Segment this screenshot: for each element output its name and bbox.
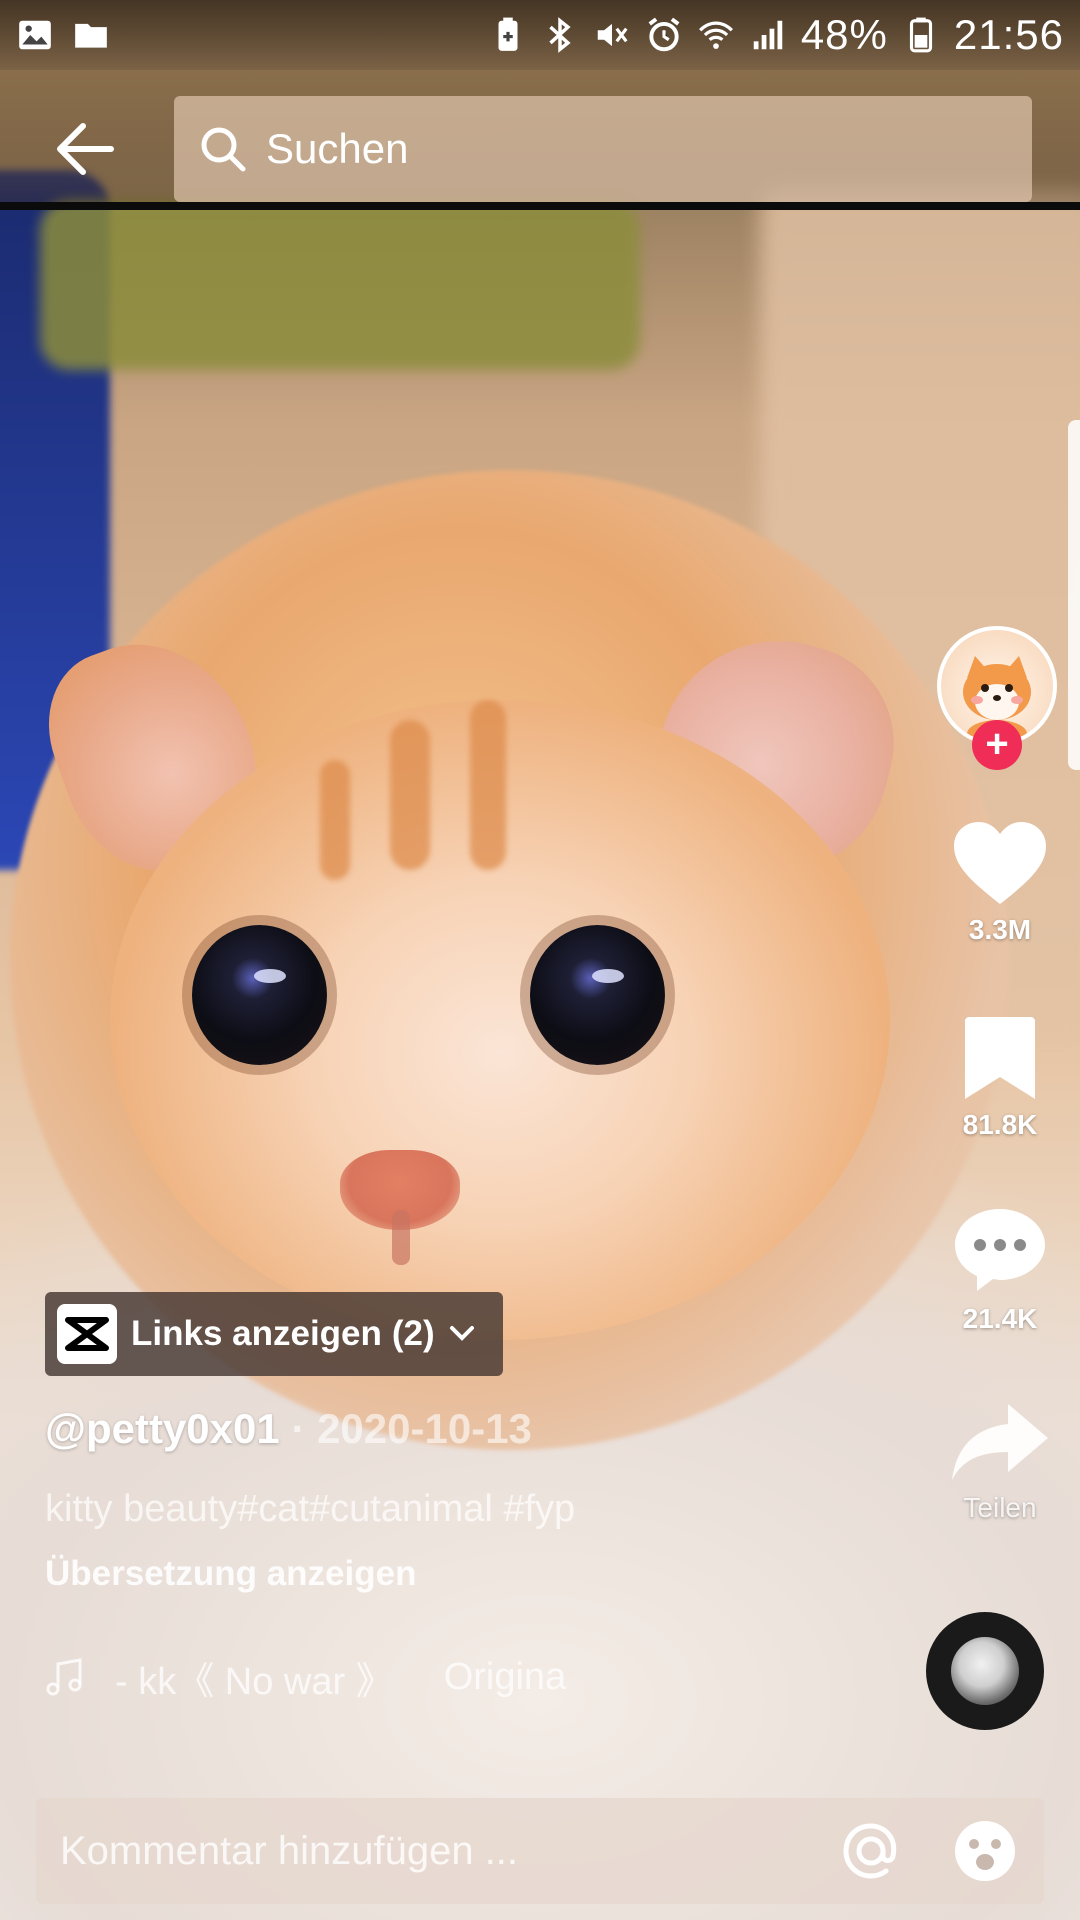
like-button[interactable]: 3.3M (920, 820, 1080, 946)
search-input[interactable]: Suchen (174, 96, 1032, 202)
username[interactable]: @petty0x01 (45, 1405, 280, 1452)
signal-icon (753, 20, 783, 50)
folder-icon (75, 23, 107, 48)
links-label: Links anzeigen (131, 1314, 382, 1353)
comment-placeholder: Kommentar hinzufügen ... (60, 1828, 519, 1873)
image-icon (19, 20, 51, 50)
cat-fur-stripe (320, 760, 350, 880)
music-info[interactable]: - kk《 No war 》 Origina (45, 1650, 566, 1705)
music-disc[interactable] (926, 1612, 1044, 1730)
comment-input[interactable]: Kommentar hinzufügen ... (36, 1798, 1044, 1904)
cat-mouth (392, 1210, 410, 1265)
mention-icon[interactable] (836, 1816, 906, 1886)
battery-percent: 48% (800, 11, 888, 58)
post-date: 2020-10-13 (317, 1405, 532, 1452)
share-icon (952, 1404, 1048, 1480)
status-bar: 48% 21:56 (0, 0, 1080, 70)
status-left (16, 16, 110, 54)
capcut-icon (57, 1304, 117, 1364)
cat-fur-stripe (390, 720, 430, 870)
battery-icon (909, 17, 932, 53)
music-origin: Origina (443, 1656, 567, 1698)
comment-icon (955, 1209, 1045, 1291)
share-label: Teilen (963, 1492, 1037, 1523)
background-green-object (40, 200, 640, 370)
search-icon (201, 127, 246, 172)
save-button[interactable]: 81.8K (920, 1015, 1080, 1141)
emoji-icon[interactable] (950, 1816, 1020, 1886)
search-header: Suchen (0, 70, 1080, 210)
mute-icon (597, 23, 628, 47)
save-count: 81.8K (962, 1109, 1038, 1140)
battery-saver-icon (498, 17, 518, 51)
arrow-left-icon (57, 123, 114, 175)
links-count: (2) (391, 1314, 435, 1353)
follow-button[interactable]: + (972, 720, 1022, 770)
bookmark-icon (965, 1017, 1035, 1099)
share-button[interactable]: Teilen (920, 1400, 1080, 1524)
chevron-down-icon (449, 1326, 474, 1341)
heart-icon (954, 822, 1046, 904)
show-translation-link[interactable]: Übersetzung anzeigen (45, 1554, 416, 1594)
comment-button[interactable]: 21.4K (920, 1205, 1080, 1335)
clock: 21:56 (953, 11, 1064, 58)
alarm-icon (648, 17, 680, 52)
post-meta: @petty0x01 · 2020-10-13 (45, 1405, 532, 1453)
music-note-icon (46, 1657, 82, 1695)
post-caption[interactable]: kitty beauty#cat#cutanimal #fyp (45, 1488, 575, 1531)
wifi-icon (698, 21, 733, 49)
comment-count: 21.4K (962, 1303, 1038, 1334)
cat-eye-left (192, 925, 327, 1065)
meta-separator: · (291, 1405, 306, 1452)
like-count: 3.3M (968, 914, 1032, 945)
scroll-indicator[interactable] (1068, 420, 1080, 770)
search-placeholder: Suchen (266, 125, 409, 172)
music-track: - kk《 No war 》 (115, 1661, 394, 1703)
cat-eye-right (530, 925, 665, 1065)
show-links-button[interactable]: Links anzeigen (2) (45, 1292, 503, 1376)
status-right: 48% 21:56 (489, 11, 1064, 59)
bluetooth-icon (549, 17, 571, 53)
music-disc-cover (951, 1637, 1019, 1705)
back-button[interactable] (55, 114, 155, 184)
video-player[interactable] (0, 0, 1080, 1920)
cat-fur-stripe (470, 700, 506, 870)
